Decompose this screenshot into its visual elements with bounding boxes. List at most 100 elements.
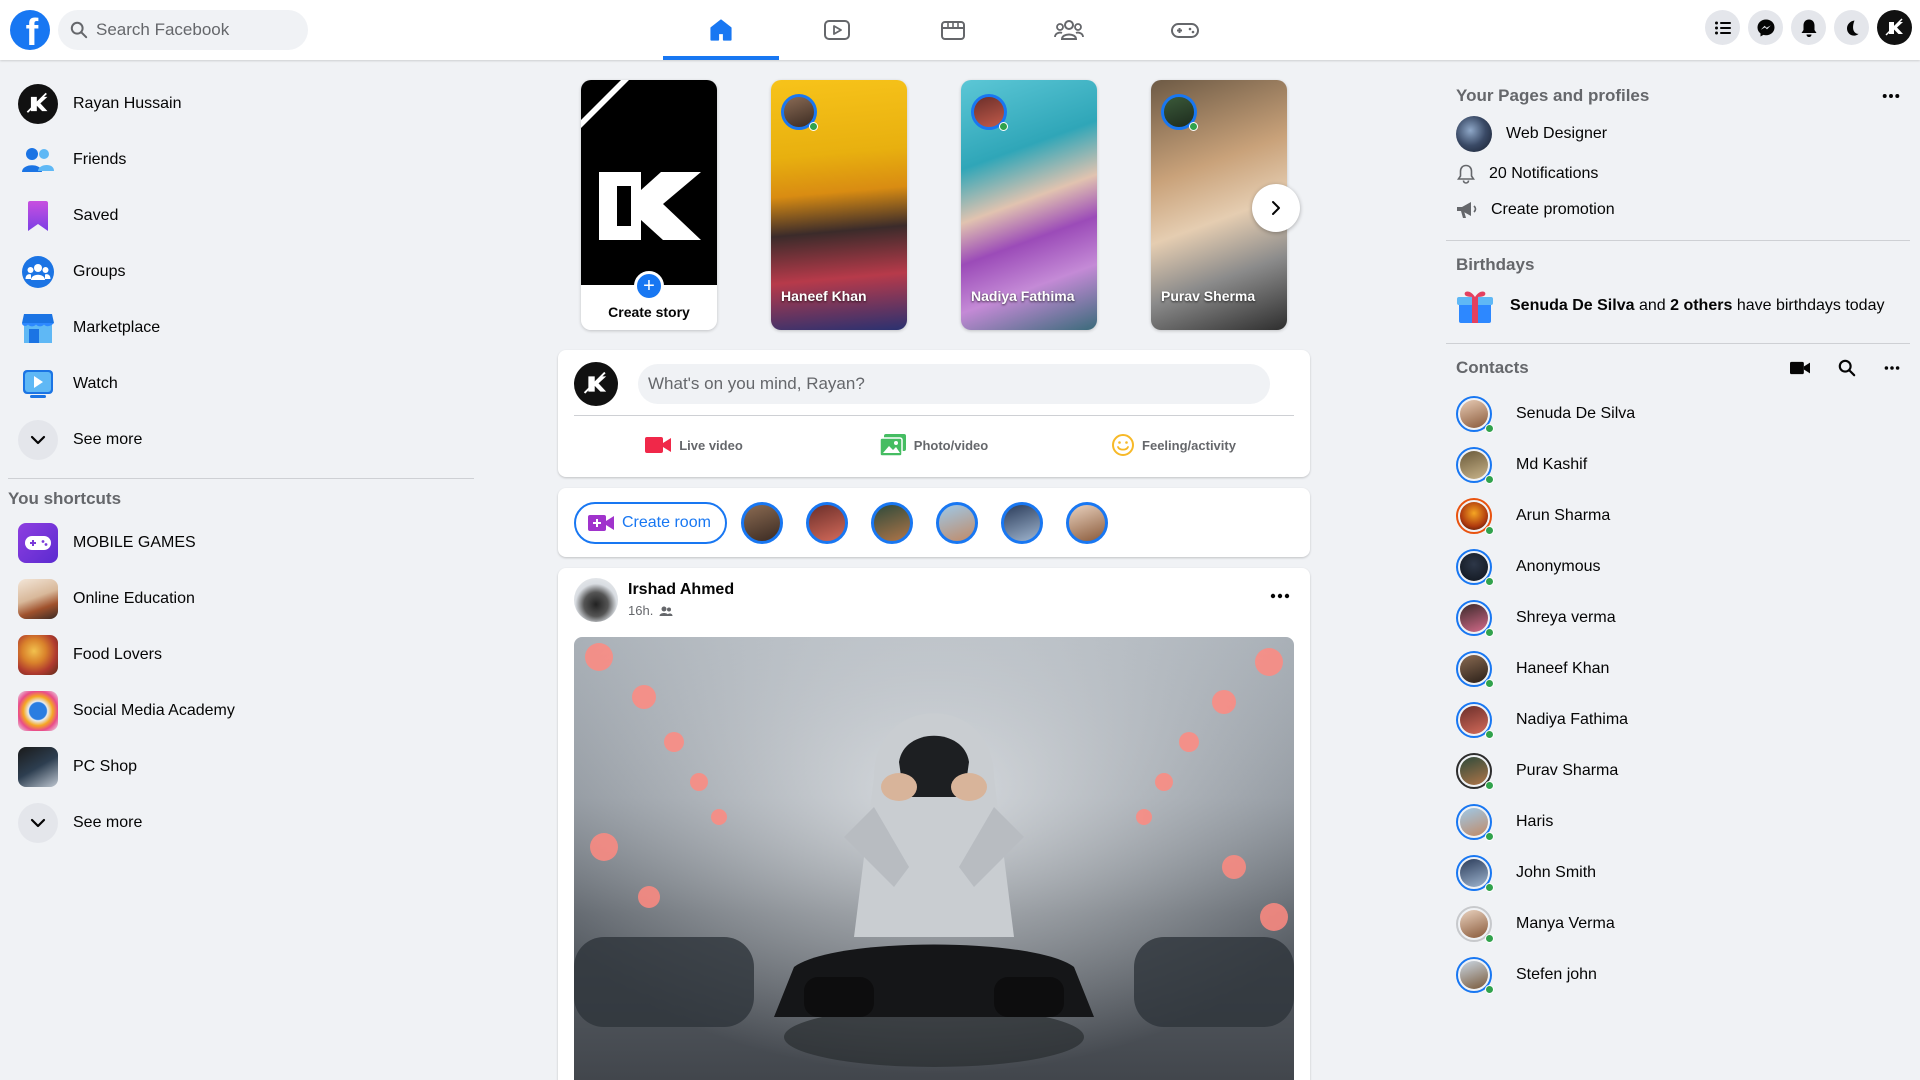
birthday-item[interactable]: Senuda De Silva and 2 others have birthd…	[1446, 281, 1910, 331]
post-image[interactable]	[574, 637, 1294, 1080]
online-indicator	[1485, 627, 1494, 637]
birthdays-title: Birthdays	[1456, 255, 1535, 274]
messenger-button[interactable]	[1748, 10, 1783, 45]
notifications-button[interactable]	[1791, 10, 1826, 45]
create-story-card[interactable]: + Create story	[581, 80, 717, 330]
birthday-others[interactable]: 2 others	[1670, 297, 1732, 314]
contact-item[interactable]: Purav Sharma	[1446, 745, 1910, 796]
contact-avatar	[1456, 395, 1494, 433]
contacts-actions	[1790, 359, 1900, 377]
contact-item[interactable]: Anonymous	[1446, 541, 1910, 592]
room-avatar[interactable]	[1065, 501, 1108, 544]
search-box[interactable]	[58, 10, 308, 50]
composer-avatar[interactable]	[574, 362, 618, 406]
room-avatar[interactable]	[870, 501, 913, 544]
photo-video-button[interactable]: Photo/video	[814, 423, 1054, 467]
story-name: Purav Sherma	[1161, 288, 1256, 304]
more-horizontal-icon[interactable]	[1882, 93, 1900, 99]
profile-avatar	[18, 84, 58, 124]
room-avatar[interactable]	[935, 501, 978, 544]
shortcut-food-lovers[interactable]: Food Lovers	[8, 627, 474, 683]
tab-home[interactable]	[663, 0, 779, 60]
online-indicator	[1485, 678, 1494, 688]
contact-item[interactable]: Manya Verma	[1446, 898, 1910, 949]
contact-item[interactable]: Senuda De Silva	[1446, 388, 1910, 439]
contact-item[interactable]: Nadiya Fathima	[1446, 694, 1910, 745]
birthday-name[interactable]: Senuda De Silva	[1510, 297, 1635, 314]
room-avatar[interactable]	[805, 501, 848, 544]
contact-item[interactable]: Haris	[1446, 796, 1910, 847]
contact-item[interactable]: Stefen john	[1446, 949, 1910, 1000]
facebook-logo-icon[interactable]: f	[10, 10, 50, 50]
profile-avatar[interactable]	[1877, 10, 1912, 45]
sidebar-see-more[interactable]: See more	[8, 412, 474, 468]
tab-marketplace[interactable]	[895, 0, 1011, 60]
story-name: Nadiya Fathima	[971, 288, 1075, 304]
right-sidebar: Your Pages and profiles Web Designer 20 …	[1446, 80, 1910, 1000]
contact-name: Stefen john	[1516, 965, 1597, 983]
shortcut-online-education[interactable]: Online Education	[8, 571, 474, 627]
shortcut-pc-shop[interactable]: PC Shop	[8, 739, 474, 795]
sidebar-item-marketplace[interactable]: Marketplace	[8, 300, 474, 356]
k-logo-icon	[26, 92, 48, 113]
composer-input[interactable]	[638, 364, 1270, 404]
sidebar-item-label: See more	[73, 431, 143, 448]
contact-avatar-photo	[1460, 960, 1488, 989]
search-icon[interactable]	[1838, 359, 1856, 377]
story-card[interactable]: Nadiya Fathima	[961, 80, 1097, 330]
contact-name: Senuda De Silva	[1516, 404, 1636, 422]
room-avatar[interactable]	[740, 501, 783, 544]
menu-button[interactable]	[1705, 10, 1740, 45]
contact-avatar	[1456, 956, 1494, 994]
page-notifications[interactable]: 20 Notifications	[1446, 156, 1910, 192]
chevron-down-icon	[18, 420, 58, 460]
chevron-right-icon	[1272, 201, 1280, 215]
contact-avatar	[1456, 854, 1494, 892]
divider	[8, 478, 474, 479]
live-video-button[interactable]: Live video	[574, 423, 814, 467]
marketplace-icon	[941, 21, 965, 40]
create-room-button[interactable]: Create room	[574, 501, 727, 544]
shortcut-thumbnail	[18, 691, 58, 731]
post-author-avatar[interactable]	[574, 578, 618, 622]
stories-next-button[interactable]	[1252, 184, 1300, 232]
tab-watch[interactable]	[779, 0, 895, 60]
dark-mode-button[interactable]	[1834, 10, 1869, 45]
contact-item[interactable]: Arun Sharma	[1446, 490, 1910, 541]
more-horizontal-icon[interactable]	[1884, 365, 1900, 371]
post-author-name[interactable]: Irshad Ahmed	[628, 581, 734, 599]
tab-groups[interactable]	[1011, 0, 1127, 60]
post-time[interactable]: 16h.	[628, 603, 653, 618]
contact-name: Haris	[1516, 812, 1554, 830]
feeling-activity-button[interactable]: Feeling/activity	[1054, 423, 1294, 467]
story-card[interactable]: Haneef Khan	[771, 80, 907, 330]
online-indicator	[1189, 122, 1198, 131]
live-video-icon	[645, 437, 672, 453]
sidebar-item-profile[interactable]: Rayan Hussain	[8, 76, 474, 132]
contact-item[interactable]: John Smith	[1446, 847, 1910, 898]
tab-gaming[interactable]	[1127, 0, 1243, 60]
contact-item[interactable]: Haneef Khan	[1446, 643, 1910, 694]
video-call-icon[interactable]	[1790, 361, 1810, 375]
online-indicator	[1485, 525, 1494, 535]
shortcut-label: MOBILE GAMES	[73, 534, 196, 551]
page-create-promotion[interactable]: Create promotion	[1446, 192, 1910, 228]
groups-icon	[18, 252, 58, 292]
sidebar-item-saved[interactable]: Saved	[8, 188, 474, 244]
shortcut-social-media-academy[interactable]: Social Media Academy	[8, 683, 474, 739]
online-indicator	[1485, 831, 1494, 841]
shortcuts-see-more[interactable]: See more	[8, 795, 474, 851]
create-story-image	[581, 80, 717, 285]
contact-item[interactable]: Md Kashif	[1446, 439, 1910, 490]
search-input[interactable]	[96, 20, 286, 40]
page-web-designer[interactable]: Web Designer	[1446, 112, 1910, 156]
contact-item[interactable]: Shreya verma	[1446, 592, 1910, 643]
page-avatar	[1456, 116, 1492, 152]
sidebar-item-groups[interactable]: Groups	[8, 244, 474, 300]
sidebar-item-watch[interactable]: Watch	[8, 356, 474, 412]
add-story-icon[interactable]: +	[634, 271, 664, 301]
room-avatar[interactable]	[1000, 501, 1043, 544]
sidebar-item-friends[interactable]: Friends	[8, 132, 474, 188]
shortcut-mobile-games[interactable]: MOBILE GAMES	[8, 515, 474, 571]
post-options-button[interactable]	[1270, 586, 1290, 604]
